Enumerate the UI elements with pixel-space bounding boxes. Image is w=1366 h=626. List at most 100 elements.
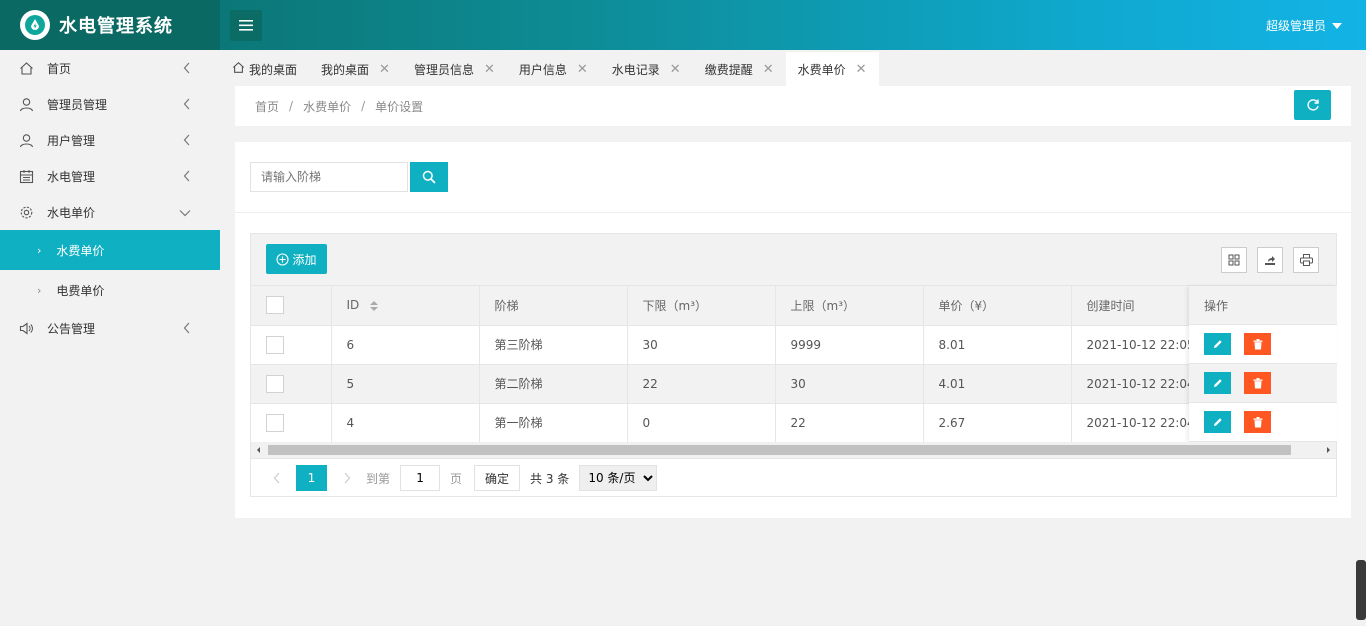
tab-records[interactable]: 水电记录 ✕	[600, 52, 693, 86]
horizontal-scrollbar[interactable]	[251, 442, 1336, 458]
page-size-select[interactable]: 10 条/页	[579, 465, 658, 491]
plus-circle-icon	[276, 252, 290, 266]
close-icon[interactable]: ✕	[670, 62, 681, 77]
sidebar-item-users[interactable]: 用户管理	[0, 122, 220, 158]
delete-button[interactable]	[1244, 411, 1271, 433]
breadcrumb-separator: /	[361, 99, 366, 113]
tab-label: 我的桌面	[321, 62, 370, 77]
export-button[interactable]	[1257, 247, 1283, 273]
sidebar-subitem-electric-price[interactable]: › 电费单价	[0, 270, 220, 310]
pencil-icon	[1213, 340, 1222, 348]
scrollbar-thumb[interactable]	[268, 445, 1291, 455]
sidebar-item-home[interactable]: 首页	[0, 50, 220, 86]
prev-page-button[interactable]	[261, 465, 292, 491]
page-tabs: 我的桌面 我的桌面 ✕ 管理员信息 ✕ 用户信息 ✕ 水电记录 ✕ 缴费提醒 ✕ 水费单价…	[220, 52, 1366, 86]
next-page-button[interactable]	[331, 465, 362, 491]
tab-desktop[interactable]: 我的桌面 ✕	[309, 52, 402, 86]
sidebar-item-admin[interactable]: 管理员管理	[0, 86, 220, 122]
page-number-current[interactable]: 1	[296, 465, 327, 491]
trash-icon	[1253, 338, 1262, 349]
chevron-left-icon	[183, 170, 191, 185]
close-icon[interactable]: ✕	[856, 62, 867, 77]
sidebar: 首页 管理员管理 用户管理 水电管理 水电单价 › 水费单价 › 电费单价 公告…	[0, 50, 220, 626]
sidebar-item-utility[interactable]: 水电管理	[0, 158, 220, 194]
column-header-upper: 上限（m³）	[775, 286, 924, 326]
sidebar-item-notice[interactable]: 公告管理	[0, 310, 220, 346]
delete-button[interactable]	[1244, 333, 1271, 355]
close-icon[interactable]: ✕	[379, 62, 390, 77]
refresh-button[interactable]	[1294, 90, 1331, 120]
columns-filter-button[interactable]	[1221, 247, 1247, 273]
cell-level: 第二阶梯	[479, 364, 628, 404]
column-header-id[interactable]: ID	[331, 286, 480, 326]
cell-upper: 22	[775, 403, 924, 443]
add-button[interactable]: 添加	[266, 244, 327, 274]
goto-label: 到第	[366, 471, 391, 486]
tab-label: 我的桌面	[249, 62, 298, 77]
tab-label: 水费单价	[797, 62, 846, 77]
breadcrumb-item[interactable]: 水费单价	[303, 98, 351, 115]
breadcrumb-item[interactable]: 首页	[255, 98, 279, 115]
close-icon[interactable]: ✕	[577, 62, 588, 77]
menu-toggle-button[interactable]	[230, 10, 262, 41]
operations-column: 操作	[1189, 286, 1337, 442]
scroll-right-icon[interactable]	[1324, 442, 1332, 458]
search-button[interactable]	[410, 162, 448, 192]
sidebar-item-price[interactable]: 水电单价	[0, 194, 220, 230]
chevron-right-icon: ›	[37, 283, 42, 297]
confirm-page-button[interactable]: 确定	[474, 465, 521, 491]
sort-icon[interactable]	[369, 300, 379, 312]
chevron-left-icon	[183, 134, 191, 149]
user-icon	[19, 97, 34, 112]
top-header: 水电管理系统 超级管理员	[0, 0, 1366, 50]
close-icon[interactable]: ✕	[763, 62, 774, 77]
add-button-label: 添加	[292, 252, 317, 267]
home-icon	[232, 61, 245, 77]
total-count: 共 3 条	[530, 471, 570, 486]
scroll-left-icon[interactable]	[255, 442, 263, 458]
tab-reminder[interactable]: 缴费提醒 ✕	[693, 52, 786, 86]
row-select-cell	[251, 364, 332, 404]
cell-id: 4	[331, 403, 480, 443]
sidebar-subitem-label: 电费单价	[56, 283, 105, 298]
search-input[interactable]	[250, 162, 408, 192]
column-header-level: 阶梯	[479, 286, 628, 326]
delete-button[interactable]	[1244, 372, 1271, 394]
side-widget[interactable]	[1356, 560, 1366, 620]
edit-button[interactable]	[1204, 411, 1231, 433]
sidebar-subitem-water-price[interactable]: › 水费单价	[0, 230, 220, 270]
printer-icon	[1299, 254, 1313, 266]
chevron-left-icon	[183, 98, 191, 113]
cell-lower: 30	[627, 325, 776, 365]
row-checkbox[interactable]	[266, 413, 284, 432]
select-all-checkbox[interactable]	[266, 296, 284, 315]
select-all-cell	[251, 286, 332, 326]
chevron-left-icon	[183, 322, 191, 337]
home-icon	[19, 61, 34, 76]
breadcrumb-item: 单价设置	[375, 99, 424, 114]
tab-home[interactable]: 我的桌面	[220, 52, 309, 86]
edit-button[interactable]	[1204, 333, 1231, 355]
row-checkbox[interactable]	[266, 335, 284, 354]
close-icon[interactable]: ✕	[484, 62, 495, 77]
cell-id: 6	[331, 325, 480, 365]
tab-water-price[interactable]: 水费单价 ✕	[785, 52, 879, 86]
row-select-cell	[251, 325, 332, 365]
sidebar-item-label: 水电单价	[47, 205, 96, 220]
divider	[235, 212, 1351, 213]
tab-admin-info[interactable]: 管理员信息 ✕	[402, 52, 507, 86]
page-jump-input[interactable]	[400, 465, 441, 491]
edit-button[interactable]	[1204, 372, 1231, 394]
pencil-icon	[1213, 379, 1222, 387]
logo[interactable]: 水电管理系统	[0, 0, 220, 50]
tab-user-info[interactable]: 用户信息 ✕	[507, 52, 600, 86]
main-panel: 添加 ID 阶梯 下限（m³） 上限（m³） 单价（¥） 创建时间	[235, 142, 1351, 518]
row-checkbox[interactable]	[266, 374, 284, 393]
tab-label: 管理员信息	[413, 62, 474, 77]
print-button[interactable]	[1293, 247, 1319, 273]
table-toolbar: 添加	[251, 234, 1336, 286]
sidebar-item-label: 水电管理	[47, 169, 96, 184]
cell-price: 4.01	[923, 364, 1072, 404]
cell-lower: 0	[627, 403, 776, 443]
user-menu[interactable]: 超级管理员	[1266, 17, 1342, 34]
